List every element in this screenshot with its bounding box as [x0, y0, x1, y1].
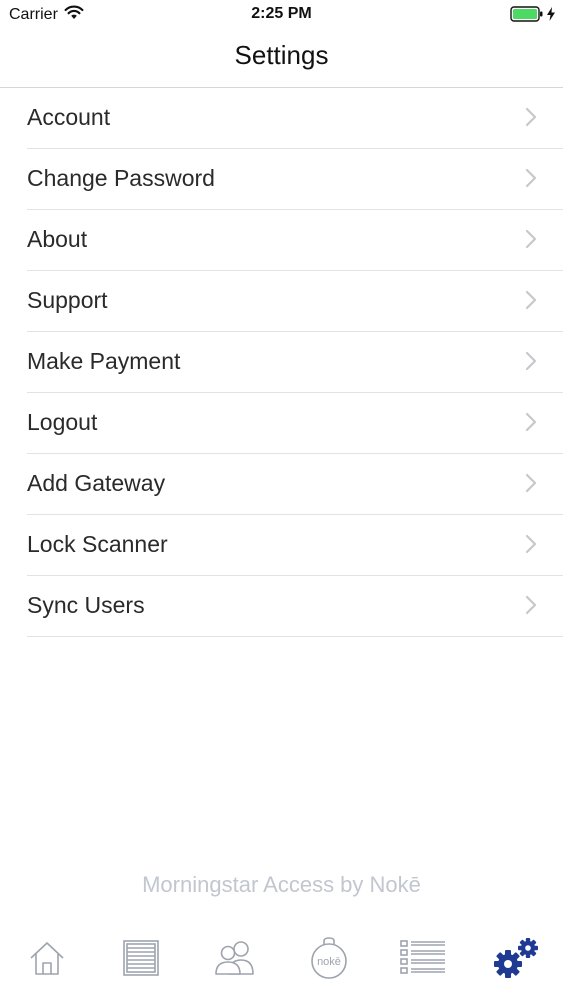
- users-icon: [215, 941, 254, 975]
- gears-icon: [494, 938, 538, 978]
- battery-indicator: [510, 6, 555, 27]
- tab-home[interactable]: [19, 933, 75, 983]
- menu-item-account[interactable]: Account: [27, 88, 563, 149]
- menu-item-label: Add Gateway: [27, 470, 166, 496]
- chevron-right-icon: [525, 290, 537, 310]
- menu-item-label: Lock Scanner: [27, 531, 168, 557]
- chevron-right-icon: [525, 595, 537, 615]
- chevron-right-icon: [525, 473, 537, 493]
- chevron-right-icon: [525, 412, 537, 432]
- navigation-bar: Settings: [0, 30, 563, 88]
- noke-lock-icon: nokē: [311, 937, 347, 979]
- menu-item-support[interactable]: Support: [27, 271, 563, 332]
- chevron-right-icon: [525, 107, 537, 127]
- tab-units[interactable]: [113, 933, 169, 983]
- tab-activity[interactable]: [395, 933, 451, 983]
- chevron-right-icon: [525, 534, 537, 554]
- menu-item-sync-users[interactable]: Sync Users: [27, 576, 563, 637]
- storage-unit-icon: [123, 940, 159, 976]
- battery-icon: [510, 6, 544, 27]
- menu-item-add-gateway[interactable]: Add Gateway: [27, 454, 563, 515]
- tab-bar: nokē: [0, 925, 563, 1000]
- menu-item-label: Logout: [27, 409, 98, 435]
- menu-item-change-password[interactable]: Change Password: [27, 149, 563, 210]
- menu-item-label: About: [27, 226, 88, 252]
- tab-settings[interactable]: [489, 933, 545, 983]
- status-bar: Carrier 2:25 PM: [0, 0, 563, 30]
- charging-bolt-icon: [547, 7, 555, 26]
- menu-item-label: Change Password: [27, 165, 215, 191]
- menu-item-logout[interactable]: Logout: [27, 393, 563, 454]
- menu-item-label: Make Payment: [27, 348, 181, 374]
- menu-item-label: Sync Users: [27, 592, 145, 618]
- checklist-icon: [400, 940, 445, 974]
- menu-item-label: Support: [27, 287, 108, 313]
- chevron-right-icon: [525, 229, 537, 249]
- menu-item-about[interactable]: About: [27, 210, 563, 271]
- tab-noke[interactable]: nokē: [301, 933, 357, 983]
- menu-item-lock-scanner[interactable]: Lock Scanner: [27, 515, 563, 576]
- chevron-right-icon: [525, 351, 537, 371]
- noke-tab-label: nokē: [317, 956, 341, 968]
- settings-menu: Account Change Password About Support Ma…: [0, 88, 563, 637]
- menu-item-label: Account: [27, 104, 111, 130]
- chevron-right-icon: [525, 168, 537, 188]
- status-time: 2:25 PM: [251, 5, 312, 22]
- home-icon: [30, 942, 64, 975]
- brand-footer-text: Morningstar Access by Nokē: [142, 872, 421, 897]
- tab-users[interactable]: [207, 933, 263, 983]
- menu-item-make-payment[interactable]: Make Payment: [27, 332, 563, 393]
- page-title: Settings: [234, 40, 329, 70]
